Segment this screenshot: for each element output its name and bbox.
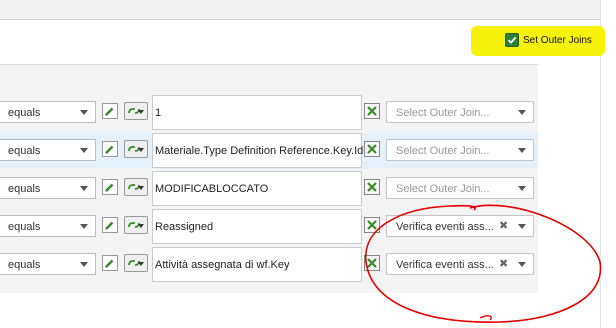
delete-x-icon[interactable]: [364, 103, 380, 119]
value-field[interactable]: Attività assegnata di wf.Key: [152, 247, 362, 282]
outer-join-select[interactable]: Verifica eventi ass... ✖: [386, 215, 534, 237]
value-text: 1: [155, 107, 162, 119]
chevron-down-icon: [80, 186, 88, 191]
value-text: Reassigned: [155, 221, 214, 233]
chevron-down-icon: [518, 148, 526, 153]
value-field[interactable]: 1: [152, 95, 362, 130]
pencil-icon[interactable]: [102, 179, 118, 195]
operator-value: equals: [8, 259, 41, 271]
outer-join-select[interactable]: Select Outer Join...: [386, 101, 534, 123]
chevron-down-icon: [518, 110, 526, 115]
chevron-down-icon: [80, 262, 88, 267]
operator-value: equals: [8, 183, 41, 195]
operator-select[interactable]: equals: [0, 215, 96, 237]
outer-join-placeholder: Select Outer Join...: [396, 145, 490, 157]
outer-join-select[interactable]: Select Outer Join...: [386, 139, 534, 161]
chevron-down-icon: [80, 148, 88, 153]
value-field[interactable]: Reassigned: [152, 209, 362, 244]
header-strip: [0, 0, 600, 20]
condition-row: equals 1 Select Outer Join...: [0, 95, 538, 131]
outer-join-select[interactable]: Verifica eventi ass... ✖: [386, 253, 534, 275]
outer-joins-checkbox[interactable]: [505, 33, 519, 47]
chevron-down-icon: [518, 224, 526, 229]
chain-link-icon[interactable]: [124, 178, 148, 196]
pencil-icon[interactable]: [102, 255, 118, 271]
operator-value: equals: [8, 221, 41, 233]
outer-join-placeholder: Select Outer Join...: [396, 107, 490, 119]
chevron-down-icon: [518, 262, 526, 267]
outer-join-value: Verifica eventi ass...: [396, 259, 494, 271]
chain-link-icon[interactable]: [124, 140, 148, 158]
operator-select[interactable]: equals: [0, 101, 96, 123]
pencil-icon[interactable]: [102, 141, 118, 157]
outer-joins-label: Set Outer Joins: [523, 34, 592, 46]
value-text: Attività assegnata di wf.Key: [155, 259, 290, 271]
outer-join-placeholder: Select Outer Join...: [396, 183, 490, 195]
chevron-down-icon: [80, 224, 88, 229]
delete-x-icon[interactable]: [364, 255, 380, 271]
condition-row: equals Attività assegnata di wf.Key Veri…: [0, 247, 538, 283]
chevron-down-icon: [80, 110, 88, 115]
operator-select[interactable]: equals: [0, 253, 96, 275]
operator-value: equals: [8, 145, 41, 157]
condition-row: equals Materiale.Type Definition Referen…: [0, 133, 538, 169]
value-field[interactable]: Materiale.Type Definition Reference.Key.…: [152, 133, 364, 168]
value-text: MODIFICABLOCCATO: [155, 183, 269, 195]
pencil-icon[interactable]: [102, 217, 118, 233]
conditions-grid: equals 1 Select Outer Join... equals Mat…: [0, 64, 538, 293]
chain-link-icon[interactable]: [124, 216, 148, 234]
chevron-down-icon: [518, 186, 526, 191]
operator-value: equals: [8, 107, 41, 119]
value-field[interactable]: MODIFICABLOCCATO: [152, 171, 362, 206]
outer-join-select[interactable]: Select Outer Join...: [386, 177, 534, 199]
value-text: Materiale.Type Definition Reference.Key.…: [155, 145, 364, 157]
checkmark-icon: [507, 36, 517, 44]
operator-select[interactable]: equals: [0, 139, 96, 161]
delete-x-icon[interactable]: [364, 141, 380, 157]
condition-row: equals Reassigned Verifica eventi ass...…: [0, 209, 538, 245]
delete-x-icon[interactable]: [364, 217, 380, 233]
pencil-icon[interactable]: [102, 103, 118, 119]
operator-select[interactable]: equals: [0, 177, 96, 199]
condition-row: equals MODIFICABLOCCATO Select Outer Joi…: [0, 171, 538, 207]
chain-link-icon[interactable]: [124, 102, 148, 120]
outer-join-value: Verifica eventi ass...: [396, 221, 494, 233]
clear-x-icon[interactable]: ✖: [499, 219, 508, 232]
clear-x-icon[interactable]: ✖: [499, 257, 508, 270]
delete-x-icon[interactable]: [364, 179, 380, 195]
chain-link-icon[interactable]: [124, 254, 148, 272]
set-outer-joins-toggle[interactable]: Set Outer Joins: [505, 33, 592, 47]
